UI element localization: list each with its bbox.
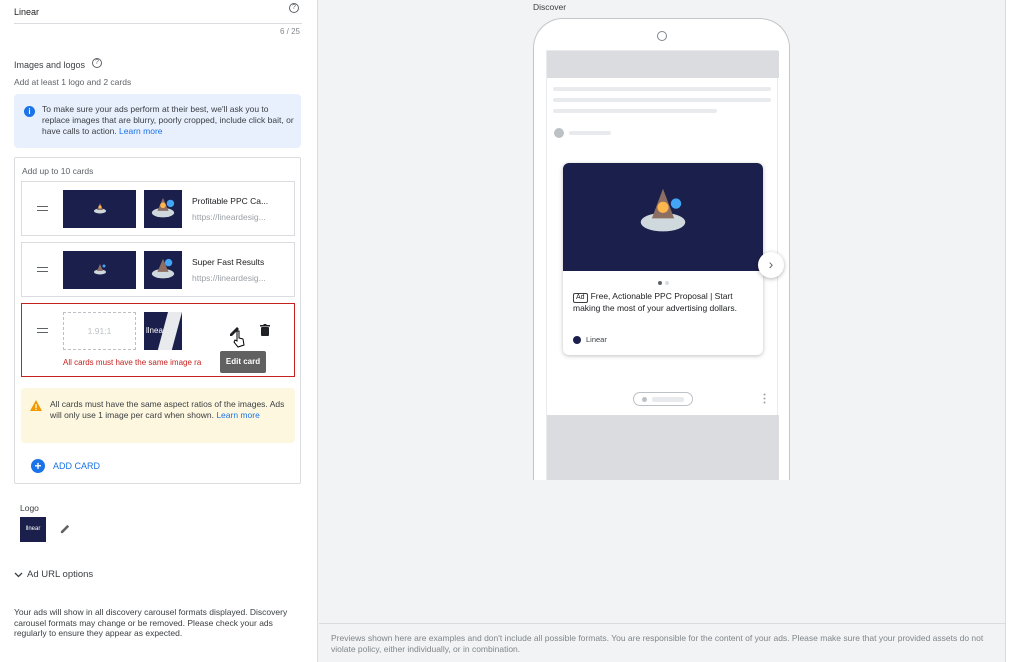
more-vert-icon[interactable] — [763, 393, 766, 404]
landscape-image-placeholder[interactable]: 1.91:1 — [63, 312, 136, 350]
card-square-image — [144, 251, 182, 289]
chevron-down-icon — [14, 572, 23, 578]
card-title: Profitable PPC Ca... — [192, 196, 269, 206]
rocket-illustration-icon — [94, 264, 106, 275]
headline-input[interactable]: Linear — [14, 4, 302, 24]
rocket-illustration-icon — [94, 203, 106, 214]
info-text: To make sure your ads perform at their b… — [42, 104, 294, 136]
rocket-illustration-icon — [151, 258, 175, 279]
screen-header-placeholder — [547, 51, 779, 78]
ad-editor-panel: Linear ? 6 / 25 Images and logos ? Add a… — [0, 0, 318, 662]
phone-camera-icon — [657, 31, 667, 41]
logo-label: Logo — [20, 503, 39, 513]
pencil-icon[interactable] — [60, 523, 71, 534]
info-banner: i To make sure your ads perform at their… — [14, 94, 301, 148]
skeleton-line — [553, 98, 771, 102]
card-landscape-image — [63, 251, 136, 289]
info-learn-more-link[interactable]: Learn more — [119, 126, 162, 136]
drag-handle-icon[interactable] — [37, 267, 48, 272]
card-url: https://lineardesig... — [192, 212, 266, 222]
headline-value: Linear — [14, 7, 40, 17]
brand-logo-icon — [573, 336, 581, 344]
card-square-image — [144, 190, 182, 228]
ad-preview-image — [563, 163, 763, 271]
skeleton-line — [553, 109, 717, 113]
card-url: https://lineardesig... — [192, 273, 266, 283]
add-card-label: ADD CARD — [53, 461, 101, 471]
warning-learn-more-link[interactable]: Learn more — [216, 410, 259, 420]
screen-footer-placeholder — [547, 415, 779, 480]
preview-disclaimer: Previews shown here are examples and don… — [319, 623, 1005, 662]
ad-badge: Ad — [573, 293, 588, 303]
drag-handle-icon[interactable] — [37, 206, 48, 211]
logo-thumbnail: llnear — [20, 517, 46, 542]
pager-dot — [665, 281, 669, 285]
skeleton-line — [553, 87, 771, 91]
phone-preview: Ad Free, Actionable PPC Proposal | Start … — [533, 18, 790, 480]
images-help-icon[interactable]: ? — [92, 58, 102, 68]
trash-icon[interactable] — [260, 324, 270, 336]
card-item[interactable]: Profitable PPC Ca... https://lineardesig… — [21, 181, 295, 236]
edit-card-tooltip: Edit card — [220, 351, 266, 373]
card-item-editing[interactable]: 1.91:1 llnear All cards must have the sa… — [21, 303, 295, 377]
info-icon: i — [24, 106, 35, 117]
rocket-illustration-icon — [640, 188, 686, 232]
warning-banner: All cards must have the same aspect rati… — [21, 388, 295, 443]
plus-icon: + — [31, 459, 45, 473]
disclaimer-text: Previews shown here are examples and don… — [331, 633, 984, 654]
avatar-placeholder — [554, 128, 564, 138]
phone-screen: Ad Free, Actionable PPC Proposal | Start … — [546, 50, 784, 480]
ad-url-options-label: Ad URL options — [27, 569, 94, 580]
skeleton-line — [569, 131, 611, 135]
ad-preview-text: Ad Free, Actionable PPC Proposal | Start … — [573, 291, 737, 313]
ad-preview-card: Ad Free, Actionable PPC Proposal | Start … — [563, 163, 763, 355]
card-title: Super Fast Results — [192, 257, 265, 267]
ad-brand-name: Linear — [586, 335, 607, 344]
pager-dot-active — [658, 281, 662, 285]
carousel-next-button[interactable]: › — [758, 252, 784, 278]
drag-handle-icon[interactable] — [37, 328, 48, 333]
images-section-subtitle: Add at least 1 logo and 2 cards — [14, 77, 132, 87]
cards-container: Add up to 10 cards Profitable PPC Ca... … — [14, 157, 301, 484]
warning-text: All cards must have the same aspect rati… — [50, 399, 285, 420]
card-error-message: All cards must have the same image ra — [63, 358, 202, 367]
pill-placeholder — [633, 392, 693, 406]
rocket-illustration-icon — [151, 197, 175, 218]
preview-format-label: Discover — [533, 2, 567, 12]
card-square-image: llnear — [144, 312, 182, 350]
images-section-title: Images and logos — [14, 60, 86, 70]
character-counter: 6 / 25 — [279, 27, 300, 36]
right-scroll-strip[interactable] — [1005, 0, 1024, 662]
hand-cursor-icon — [233, 330, 245, 348]
card-item[interactable]: Super Fast Results https://lineardesig..… — [21, 242, 295, 297]
cards-header: Add up to 10 cards — [22, 166, 94, 176]
help-icon[interactable]: ? — [289, 3, 299, 13]
card-landscape-image — [63, 190, 136, 228]
carousel-note: Your ads will show in all discovery caro… — [14, 607, 288, 638]
warning-icon — [30, 400, 42, 411]
